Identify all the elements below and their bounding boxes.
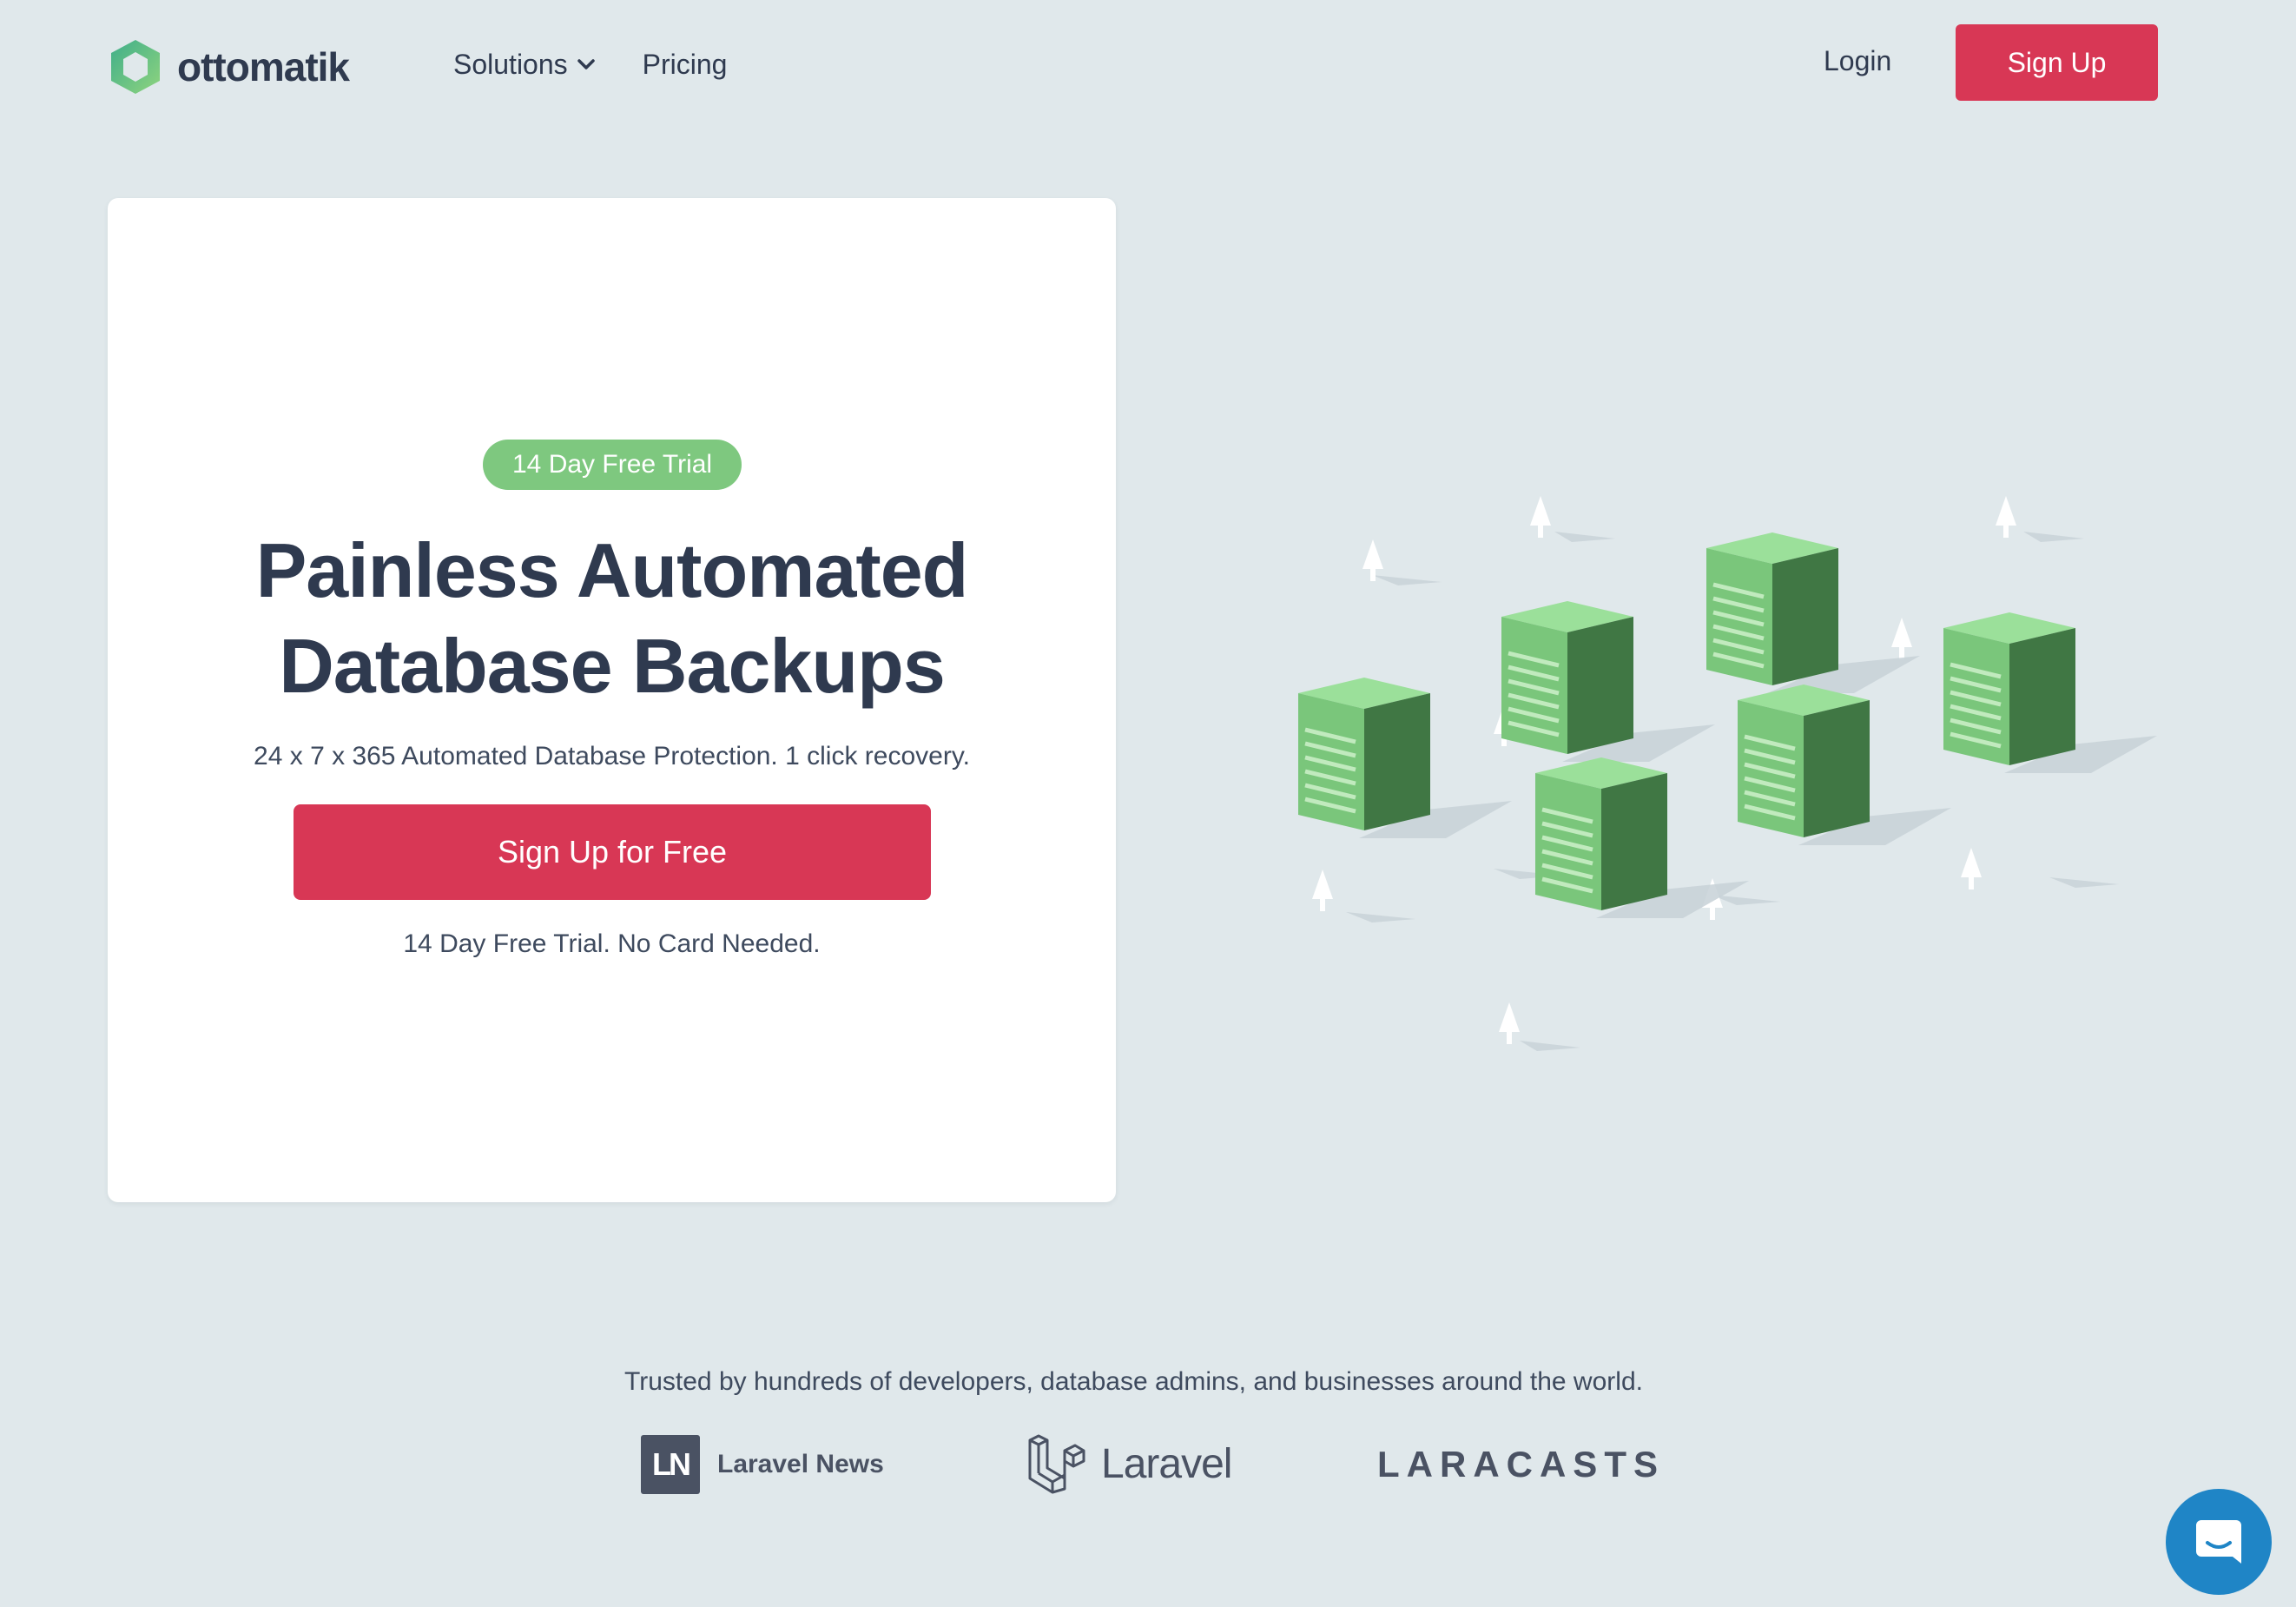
laravel-logo: Laravel xyxy=(1026,1433,1232,1494)
cta-note: 14 Day Free Trial. No Card Needed. xyxy=(403,929,821,958)
signup-button[interactable]: Sign Up xyxy=(1956,24,2158,101)
trusted-text: Trusted by hundreds of developers, datab… xyxy=(624,1367,1643,1396)
landing-page: ottomatik Solutions Pricing Login Sign U… xyxy=(0,0,2296,1607)
laravel-news-mark: LN xyxy=(641,1435,700,1494)
chat-launcher-button[interactable] xyxy=(2166,1489,2272,1595)
servers-illustration xyxy=(1268,496,2171,1051)
nav-solutions[interactable]: Solutions xyxy=(453,49,596,81)
hero-title-line-1: Painless Automated xyxy=(255,527,969,613)
hexagon-ring-icon xyxy=(111,40,160,94)
brand-name: ottomatik xyxy=(177,44,350,89)
nav-pricing-label: Pricing xyxy=(642,48,728,80)
hero-title: Painless Automated Database Backups xyxy=(108,523,1116,714)
nav-solutions-label: Solutions xyxy=(453,48,568,80)
laravel-label: Laravel xyxy=(1101,1440,1232,1487)
main-nav: Solutions Pricing xyxy=(453,43,774,85)
hero-subtitle: 24 x 7 x 365 Automated Database Protecti… xyxy=(254,742,970,770)
hero-card: 14 Day Free Trial Painless Automated Dat… xyxy=(108,198,1116,1202)
laracasts-logo: LARACASTS xyxy=(1377,1444,1665,1485)
login-link[interactable]: Login xyxy=(1824,45,1891,77)
laravel-icon xyxy=(1028,1434,1085,1494)
laravel-news-label: Laravel News xyxy=(717,1450,884,1478)
brand-logo[interactable]: ottomatik xyxy=(108,38,350,96)
signup-free-button[interactable]: Sign Up for Free xyxy=(294,804,931,900)
hero-title-line-2: Database Backups xyxy=(279,623,946,709)
chat-bubble-icon xyxy=(2196,1520,2241,1564)
nav-pricing[interactable]: Pricing xyxy=(643,49,728,81)
chevron-down-icon xyxy=(577,59,595,69)
trial-badge: 14 Day Free Trial xyxy=(483,440,742,490)
laravel-news-logo: LN Laravel News xyxy=(641,1435,884,1494)
